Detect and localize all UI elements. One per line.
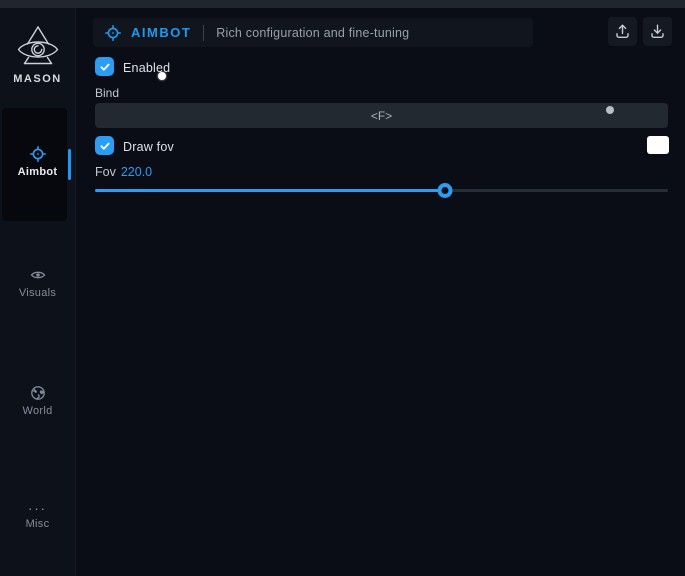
crosshair-icon — [105, 25, 121, 41]
sidebar-item-world[interactable]: World — [0, 385, 75, 417]
bind-input[interactable] — [95, 103, 668, 128]
sidebar: MASON Aimbot Visuals — [0, 8, 76, 576]
upload-config-button[interactable] — [608, 17, 637, 46]
sidebar-item-visuals[interactable]: Visuals — [0, 267, 75, 299]
draw-fov-label: Draw fov — [123, 140, 174, 154]
globe-icon — [30, 385, 46, 401]
fov-value: 220.0 — [121, 165, 152, 179]
header-divider — [203, 25, 204, 41]
window-top-strip — [0, 0, 685, 8]
cheat-menu-window: MASON Aimbot Visuals — [0, 0, 685, 576]
fov-label: Fov — [95, 165, 116, 179]
mason-eye-pyramid-icon — [0, 24, 75, 70]
checkmark-icon — [99, 61, 111, 73]
app-logo: MASON — [0, 24, 75, 85]
page-subtitle: Rich configuration and fine-tuning — [216, 26, 409, 40]
draw-fov-checkbox[interactable] — [95, 136, 114, 155]
download-icon — [649, 23, 666, 40]
mouse-cursor-dot — [158, 72, 166, 80]
sidebar-item-label: World — [0, 405, 75, 417]
eye-icon — [30, 267, 46, 283]
logo-text: MASON — [0, 73, 75, 85]
download-config-button[interactable] — [643, 17, 672, 46]
window-corner — [669, 564, 685, 576]
sidebar-item-label: Aimbot — [0, 166, 75, 178]
sidebar-item-label: Misc — [0, 518, 75, 530]
fov-slider-thumb[interactable] — [437, 183, 452, 198]
sidebar-item-misc[interactable]: ··· Misc — [0, 502, 75, 530]
enabled-checkbox[interactable] — [95, 57, 114, 76]
page-title: AIMBOT — [131, 25, 191, 40]
bind-input-dot — [606, 106, 614, 114]
upload-icon — [614, 23, 631, 40]
ellipsis-icon: ··· — [0, 502, 75, 516]
fov-slider-fill — [95, 189, 445, 192]
fov-slider[interactable] — [95, 183, 668, 197]
sidebar-item-label: Visuals — [0, 287, 75, 299]
fov-color-swatch[interactable] — [647, 136, 669, 154]
checkmark-icon — [99, 140, 111, 152]
page-header: AIMBOT Rich configuration and fine-tunin… — [93, 18, 533, 47]
fov-value-row: Fov 220.0 — [95, 165, 152, 179]
sidebar-item-aimbot[interactable]: Aimbot — [0, 146, 75, 178]
crosshair-icon — [30, 146, 46, 162]
bind-label: Bind — [95, 86, 119, 100]
